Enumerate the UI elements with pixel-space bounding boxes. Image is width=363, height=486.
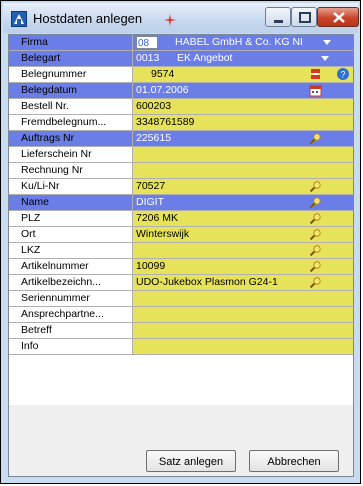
row-label: Ku/Li-Nr xyxy=(9,179,133,194)
fremdbelegnummer-field[interactable]: 3348761589 xyxy=(133,115,353,130)
svg-text:?: ? xyxy=(340,70,345,80)
lkz-field[interactable] xyxy=(133,243,353,258)
firma-name: HABEL GmbH & Co. KG NI xyxy=(175,36,303,48)
create-record-button[interactable]: Satz anlegen xyxy=(146,450,236,472)
auftrags-nr-field[interactable]: 225615 xyxy=(133,131,353,146)
row-artikelnummer[interactable]: Artikelnummer 10099 xyxy=(9,259,353,275)
row-fremdbelegnummer[interactable]: Fremdbelegnum... 3348761589 xyxy=(9,115,353,131)
row-info[interactable]: Info xyxy=(9,339,353,355)
row-label: Bestell Nr. xyxy=(9,99,133,114)
lieferschein-nr-field[interactable] xyxy=(133,147,353,162)
name-field[interactable]: DIGIT xyxy=(133,195,353,210)
ku-li-nr-field[interactable]: 70527 xyxy=(133,179,353,194)
close-button[interactable] xyxy=(317,7,359,27)
belegart-code: 0013 xyxy=(136,52,160,64)
row-label: LKZ xyxy=(9,243,133,258)
lookup-icon[interactable] xyxy=(309,212,322,225)
lookup-icon[interactable] xyxy=(309,276,322,289)
dialog-window: Hostdaten anlegen Firma 08 HABEL GmbH & … xyxy=(0,0,361,484)
name-value: DIGIT xyxy=(136,196,164,208)
rechnung-nr-field[interactable] xyxy=(133,163,353,178)
row-label: Name xyxy=(9,195,133,210)
row-belegdatum[interactable]: Belegdatum 01.07.2006 xyxy=(9,83,353,99)
row-label: Ansprechpartne... xyxy=(9,307,133,322)
dropdown-icon[interactable] xyxy=(323,40,331,45)
artikelbezeichnung-value: UDO-Jukebox Plasmon G24-1 xyxy=(136,276,278,288)
row-label: Artikelbezeichn... xyxy=(9,275,133,290)
row-label: Betreff xyxy=(9,323,133,338)
dropdown-icon[interactable] xyxy=(321,56,329,61)
row-auftrags-nr[interactable]: Auftrags Nr 225615 xyxy=(9,131,353,147)
row-label: Rechnung Nr xyxy=(9,163,133,178)
artikelnummer-value: 10099 xyxy=(136,260,166,272)
row-name[interactable]: Name DIGIT xyxy=(9,195,353,211)
cursor-sparkle-icon xyxy=(164,14,176,26)
belegdatum-field[interactable]: 01.07.2006 xyxy=(133,83,353,98)
row-label: Info xyxy=(9,339,133,354)
host-data-grid: Firma 08 HABEL GmbH & Co. KG NI Belegart… xyxy=(9,35,353,405)
row-label: Firma xyxy=(9,35,133,50)
row-label: Lieferschein Nr xyxy=(9,147,133,162)
row-seriennummer[interactable]: Seriennummer xyxy=(9,291,353,307)
ansprechpartner-field[interactable] xyxy=(133,307,353,322)
app-icon xyxy=(11,11,27,27)
row-artikelbezeichnung[interactable]: Artikelbezeichn... UDO-Jukebox Plasmon G… xyxy=(9,275,353,291)
row-lkz[interactable]: LKZ xyxy=(9,243,353,259)
plz-field[interactable]: 7206 MK xyxy=(133,211,353,226)
bestell-nr-field[interactable]: 600203 xyxy=(133,99,353,114)
lookup-icon[interactable] xyxy=(309,228,322,241)
row-plz[interactable]: PLZ 7206 MK xyxy=(9,211,353,227)
row-ort[interactable]: Ort Winterswijk xyxy=(9,227,353,243)
lookup-icon[interactable] xyxy=(309,180,322,193)
artikelnummer-field[interactable]: 10099 xyxy=(133,259,353,274)
firma-field[interactable]: 08 HABEL GmbH & Co. KG NI xyxy=(133,35,353,50)
belegnummer-field[interactable]: 9574 ? xyxy=(133,67,353,82)
seriennummer-field[interactable] xyxy=(133,291,353,306)
row-label: Fremdbelegnum... xyxy=(9,115,133,130)
row-label: Auftrags Nr xyxy=(9,131,133,146)
window-title: Hostdaten anlegen xyxy=(33,11,143,26)
row-belegnummer[interactable]: Belegnummer 9574 ? xyxy=(9,67,353,83)
row-lieferschein-nr[interactable]: Lieferschein Nr xyxy=(9,147,353,163)
row-label: Artikelnummer xyxy=(9,259,133,274)
ort-field[interactable]: Winterswijk xyxy=(133,227,353,242)
ku-li-nr-value: 70527 xyxy=(136,180,166,192)
artikelbezeichnung-field[interactable]: UDO-Jukebox Plasmon G24-1 xyxy=(133,275,353,290)
betreff-field[interactable] xyxy=(133,323,353,338)
row-label: Belegdatum xyxy=(9,83,133,98)
row-betreff[interactable]: Betreff xyxy=(9,323,353,339)
plz-value: 7206 MK xyxy=(136,212,179,224)
help-icon[interactable]: ? xyxy=(337,68,349,80)
row-ku-li-nr[interactable]: Ku/Li-Nr 70527 xyxy=(9,179,353,195)
row-label: Seriennummer xyxy=(9,291,133,306)
belegnummer-value: 9574 xyxy=(151,68,175,80)
minimize-button[interactable] xyxy=(265,7,291,27)
row-label: Belegnummer xyxy=(9,67,133,82)
row-firma[interactable]: Firma 08 HABEL GmbH & Co. KG NI xyxy=(9,35,353,51)
counter-icon[interactable] xyxy=(309,68,322,81)
row-rechnung-nr[interactable]: Rechnung Nr xyxy=(9,163,353,179)
auftrags-nr-value: 225615 xyxy=(136,132,172,144)
belegart-name: EK Angebot xyxy=(177,52,233,64)
row-belegart[interactable]: Belegart 0013 EK Angebot xyxy=(9,51,353,67)
row-label: Ort xyxy=(9,227,133,242)
maximize-button[interactable] xyxy=(291,7,317,27)
lookup-icon[interactable] xyxy=(309,260,322,273)
title-bar[interactable]: Hostdaten anlegen xyxy=(3,3,359,33)
lookup-icon[interactable] xyxy=(309,132,322,145)
lookup-icon[interactable] xyxy=(309,196,322,209)
info-field[interactable] xyxy=(133,339,353,354)
row-label: Belegart xyxy=(9,51,133,66)
row-bestell-nr[interactable]: Bestell Nr. 600203 xyxy=(9,99,353,115)
cancel-button[interactable]: Abbrechen xyxy=(249,450,339,472)
row-ansprechpartner[interactable]: Ansprechpartne... xyxy=(9,307,353,323)
lookup-icon[interactable] xyxy=(309,244,322,257)
dialog-client: Firma 08 HABEL GmbH & Co. KG NI Belegart… xyxy=(8,34,354,477)
belegart-field[interactable]: 0013 EK Angebot xyxy=(133,51,353,66)
belegdatum-value: 01.07.2006 xyxy=(136,84,189,96)
ort-value: Winterswijk xyxy=(136,228,190,240)
row-label: PLZ xyxy=(9,211,133,226)
firma-code[interactable]: 08 xyxy=(136,36,158,49)
calendar-icon[interactable] xyxy=(309,84,322,97)
